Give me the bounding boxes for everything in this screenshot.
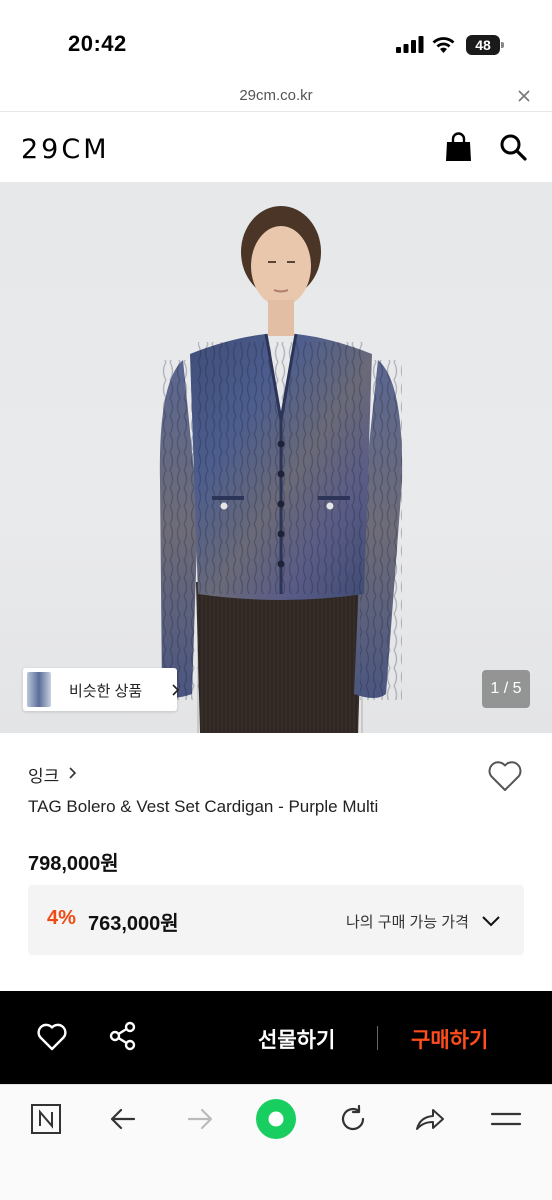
similar-products-button[interactable]: 비슷한 상품: [23, 668, 180, 711]
buy-button[interactable]: 구매하기: [411, 1024, 488, 1054]
share-icon[interactable]: [109, 1021, 137, 1051]
close-icon[interactable]: [514, 86, 534, 106]
heart-icon[interactable]: [487, 760, 523, 792]
brand-link[interactable]: 잉크: [28, 762, 59, 787]
forward-arrow-icon[interactable]: [185, 1104, 215, 1134]
shopping-bag-icon[interactable]: [445, 132, 472, 162]
green-home-icon[interactable]: [256, 1099, 296, 1139]
back-arrow-icon[interactable]: [108, 1104, 138, 1134]
battery-cap: [501, 42, 504, 48]
product-price: 798,000원: [28, 853, 119, 875]
product-name: TAG Bolero & Vest Set Cardigan - Purple …: [28, 797, 379, 816]
similar-products-thumbnail: [27, 672, 51, 707]
my-price-label: 나의 구매 가능 가격: [346, 914, 469, 931]
battery-icon: 48: [466, 35, 504, 55]
discount-rate: 4%: [47, 907, 76, 929]
product-image[interactable]: 비슷한 상품 1 / 5: [0, 182, 552, 733]
chevron-down-icon: [482, 916, 500, 927]
action-divider: [377, 1026, 378, 1050]
site-header: 29CM: [0, 112, 552, 182]
browser-toolbar: [0, 1084, 552, 1200]
model-photo: [159, 206, 403, 733]
url-bar[interactable]: 29cm.co.kr: [0, 82, 552, 112]
heart-icon[interactable]: [37, 1023, 67, 1051]
search-icon[interactable]: [499, 133, 527, 161]
signal-icon: [396, 36, 424, 53]
gift-button[interactable]: 선물하기: [258, 1024, 335, 1054]
chevron-right-icon[interactable]: [68, 766, 77, 780]
status-time: 20:42: [68, 31, 127, 56]
site-logo[interactable]: 29CM: [21, 134, 110, 165]
purchase-action-bar: 선물하기 구매하기: [0, 991, 552, 1084]
wifi-icon: [432, 37, 455, 53]
naver-n-icon[interactable]: [30, 1103, 62, 1135]
image-page-indicator: 1 / 5: [482, 670, 530, 708]
chevron-right-icon: [172, 684, 180, 696]
menu-icon[interactable]: [490, 1104, 522, 1134]
discount-price: 763,000원: [88, 913, 179, 935]
reload-icon[interactable]: [338, 1104, 368, 1134]
battery-level: 48: [466, 35, 500, 55]
status-bar: 20:42 48: [0, 0, 552, 82]
share-arrow-icon[interactable]: [414, 1104, 446, 1134]
my-price-dropdown[interactable]: 4% 763,000원 나의 구매 가능 가격: [28, 885, 524, 955]
url-domain[interactable]: 29cm.co.kr: [0, 87, 552, 104]
similar-products-label: 비슷한 상품: [69, 683, 143, 700]
